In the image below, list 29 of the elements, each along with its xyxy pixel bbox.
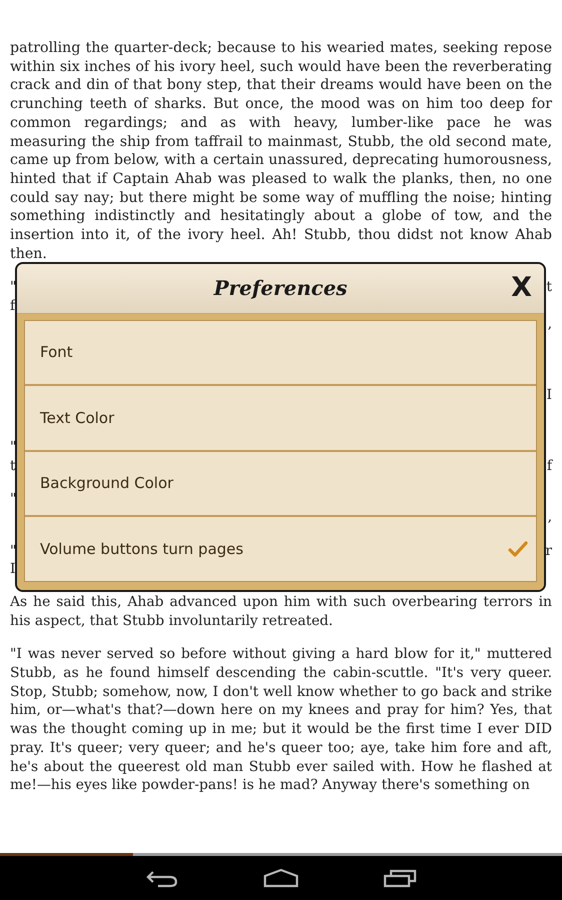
text-fragment: f [546, 456, 552, 476]
text-fragment: t [546, 278, 552, 297]
preference-item[interactable]: Volume buttons turn pages [25, 517, 536, 581]
text-fragment: " [10, 490, 16, 508]
text-fragment: " [10, 278, 16, 297]
book-paragraph: "I was never served so before without giving a hard blow for it," muttered Stubb, as he found himself descending the cabin-scuttle. "It's very queer. Stop, Stubb; somehow, now, I don't well know whether to go back and strike him, or—what's that?—down here on my knees and pray for him? Yes, that was the thought coming up in me; but it would be the first time I ever DID pray. It's queer; very queer; and he's queer too; aye, take him fore and aft, he's about the queerest old man Stubb ever sailed with. How he flashed at me!—his eyes like powder-pans! is he mad? Anyway there's something on [10, 645, 552, 795]
text-fragment: t [10, 456, 16, 476]
text-fragment: r [545, 542, 552, 560]
back-icon[interactable] [145, 868, 179, 888]
checkmark-icon[interactable] [508, 541, 528, 558]
book-paragraph: As he said this, Ahab advanced upon him with such overbearing terrors in his aspect, that Stubb involuntarily retreated. [10, 593, 552, 631]
text-fragment: " [10, 542, 16, 560]
text-fragment: I [546, 386, 552, 405]
preference-label: Text Color [40, 408, 114, 428]
close-button[interactable]: X [507, 272, 536, 303]
text-fragment: , [548, 315, 552, 334]
dialog-title: Preferences [214, 279, 348, 298]
text-fragment: " [10, 438, 16, 456]
recent-apps-icon[interactable] [383, 868, 417, 888]
text-fragment: I [10, 560, 16, 579]
preference-label: Font [40, 343, 73, 362]
text-fragment: , [548, 508, 552, 528]
book-paragraph: patrolling the quarter-deck; because to his wearied mates, seeking repose within six inches of his ivory heel, such would have been the reverberating crack and din of that bony step, that their dreams would have been on the crunching teeth of sharks. But once, the mood was on him too deep for common regardings; and as with heavy, lumber-like pace he was measuring the ship from taffrail to mainmast, Stubb, the old second mate, came up from below, with a certain unassured, deprecating humorousness, hinted that if Captain Ahab was pleased to walk the planks, then, no one could say nay; but there might be some way of muffling the noise; hinting something indistinctly and hesitatingly about a globe of tow, and the insertion into it, of the ivory heel. Ah! Stubb, thou didst not know Ahab then. [10, 39, 552, 264]
preference-item[interactable]: Background Color [25, 452, 536, 518]
preference-item[interactable]: Text Color [25, 386, 536, 452]
preference-label: Volume buttons turn pages [40, 540, 244, 559]
home-icon[interactable] [263, 868, 299, 888]
preference-item[interactable]: Font [25, 320, 536, 386]
preference-label: Background Color [40, 474, 174, 494]
